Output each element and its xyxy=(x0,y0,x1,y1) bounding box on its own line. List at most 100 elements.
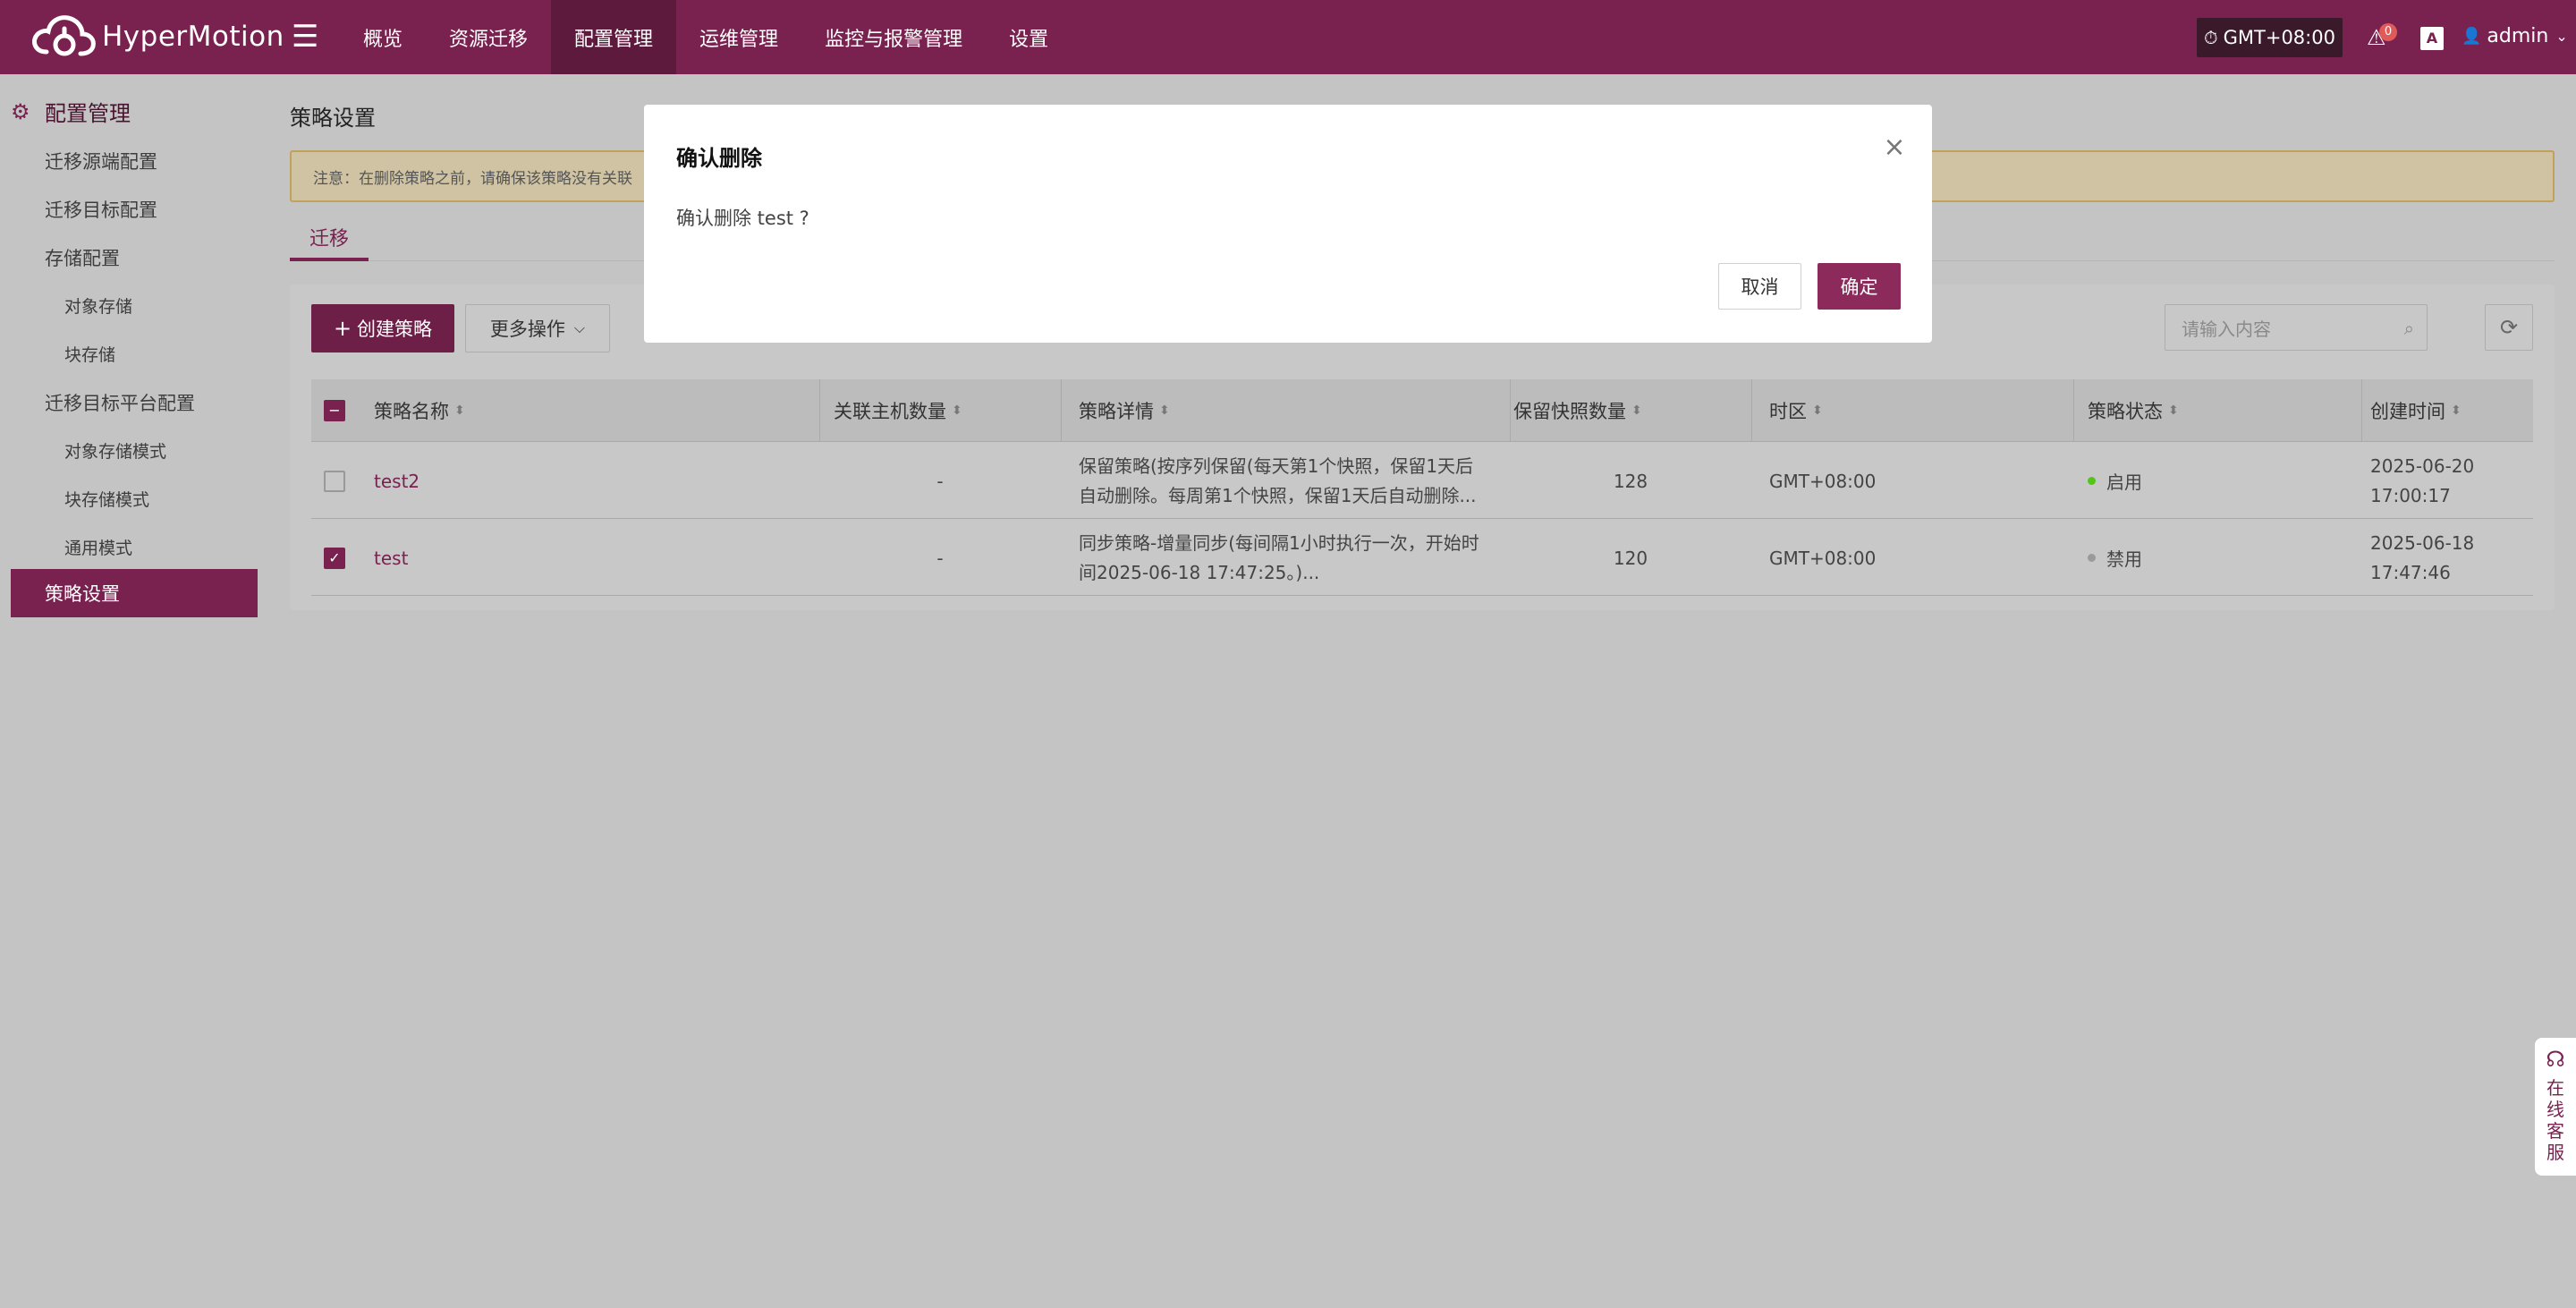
host-count: - xyxy=(936,470,944,492)
policy-detail-line: 同步策略-增量同步(每间隔1小时执行一次，开始时 xyxy=(1079,531,1479,554)
column-label: 创建时间 xyxy=(2370,401,2445,422)
column-header-created[interactable]: 创建时间 ⬍ xyxy=(2370,379,2462,442)
created-clock: 17:47:46 xyxy=(2370,561,2451,583)
column-label: 策略状态 xyxy=(2088,401,2163,422)
created-clock: 17:00:17 xyxy=(2370,484,2451,506)
column-label: 策略名称 xyxy=(374,401,449,422)
column-label: 保留快照数量 xyxy=(1513,401,1626,422)
created-time: 2025-06-20 17:00:17 xyxy=(2370,443,2474,519)
sidebar-item-policy-settings[interactable]: 策略设置 xyxy=(11,569,258,617)
column-header-snapshots[interactable]: 保留快照数量 ⬍ xyxy=(1513,379,1642,442)
online-support-widget[interactable]: ☊ 在线客服 xyxy=(2535,1038,2576,1176)
sidebar-item-block-storage-mode[interactable]: 块存储模式 xyxy=(64,487,149,511)
search-placeholder: 请输入内容 xyxy=(2182,318,2271,340)
sidebar-title: 配置管理 xyxy=(45,101,131,126)
refresh-button[interactable]: ⟳ xyxy=(2485,304,2533,351)
sidebar-item-block-storage[interactable]: 块存储 xyxy=(64,342,115,366)
indeterminate-checkbox-icon: − xyxy=(324,400,345,421)
column-label: 关联主机数量 xyxy=(834,401,946,422)
create-policy-button[interactable]: + 创建策略 xyxy=(311,304,454,352)
nav-item-overview[interactable]: 概览 xyxy=(340,0,426,74)
status-dot-icon xyxy=(2088,554,2096,562)
chevron-down-icon: ⌄ xyxy=(2555,28,2568,45)
more-actions-label: 更多操作 xyxy=(489,319,565,340)
sort-icon: ⬍ xyxy=(454,403,465,418)
select-all-checkbox[interactable]: − xyxy=(324,379,345,442)
column-divider xyxy=(1061,379,1062,442)
nav-item-monitoring[interactable]: 监控与报警管理 xyxy=(801,0,986,74)
row-checkbox[interactable]: ✓ xyxy=(324,520,345,596)
headset-icon: ☊ xyxy=(2546,1047,2565,1072)
sidebar-item-target-config[interactable]: 迁移目标配置 xyxy=(45,196,157,223)
timezone-value: GMT+08:00 xyxy=(1769,470,1877,492)
status-badge: 禁用 xyxy=(2088,520,2142,596)
sidebar-item-target-platform[interactable]: 迁移目标平台配置 xyxy=(45,389,195,416)
alert-count-badge: 0 xyxy=(2379,23,2397,41)
logo[interactable]: HyperMotion xyxy=(29,9,284,64)
chevron-down-icon: ⌵ xyxy=(573,319,586,336)
nav-item-settings[interactable]: 设置 xyxy=(986,0,1072,74)
column-header-name[interactable]: 策略名称 ⬍ xyxy=(374,379,465,442)
created-date: 2025-06-20 xyxy=(2370,454,2475,477)
gear-icon: ⚙ xyxy=(11,98,30,124)
user-menu[interactable]: 👤 admin ⌄ xyxy=(2462,25,2568,47)
language-icon[interactable]: A xyxy=(2420,27,2444,50)
cancel-button[interactable]: 取消 xyxy=(1718,263,1801,310)
column-divider xyxy=(2361,379,2362,442)
top-navbar: HyperMotion ☰ 概览 资源迁移 配置管理 运维管理 监控与报警管理 … xyxy=(0,0,2576,74)
column-divider xyxy=(2073,379,2074,442)
sidebar: ⚙ 配置管理 迁移源端配置 迁移目标配置 存储配置 对象存储 块存储 迁移目标平… xyxy=(0,74,268,1308)
policy-name-link[interactable]: test2 xyxy=(374,443,419,519)
tab-migration[interactable]: 迁移 xyxy=(290,220,369,261)
column-header-timezone[interactable]: 时区 ⬍ xyxy=(1769,379,1823,442)
user-icon: 👤 xyxy=(2462,27,2482,46)
main-nav: 概览 资源迁移 配置管理 运维管理 监控与报警管理 设置 xyxy=(340,0,1072,74)
checkbox-checked-icon: ✓ xyxy=(324,547,345,569)
online-support-label: 在线客服 xyxy=(2546,1077,2564,1163)
dialog-title: 确认删除 xyxy=(676,146,762,171)
sort-icon: ⬍ xyxy=(1159,403,1170,418)
checkbox-icon xyxy=(324,470,345,492)
nav-item-migration[interactable]: 资源迁移 xyxy=(426,0,551,74)
plus-icon: + xyxy=(333,316,352,341)
created-date: 2025-06-18 xyxy=(2370,531,2475,554)
column-header-hosts[interactable]: 关联主机数量 ⬍ xyxy=(834,379,962,442)
status-badge: 启用 xyxy=(2088,443,2142,519)
column-header-detail[interactable]: 策略详情 ⬍ xyxy=(1079,379,1170,442)
sidebar-item-storage-config[interactable]: 存储配置 xyxy=(45,244,120,271)
confirm-button[interactable]: 确定 xyxy=(1818,263,1901,310)
policy-detail-line: 保留策略(按序列保留(每天第1个快照，保留1天后 xyxy=(1079,454,1474,477)
sidebar-item-source-config[interactable]: 迁移源端配置 xyxy=(45,148,157,174)
create-policy-label: 创建策略 xyxy=(357,319,433,340)
column-label: 时区 xyxy=(1769,401,1807,422)
menu-toggle-icon[interactable]: ☰ xyxy=(292,20,320,54)
clock-icon: ⏱ xyxy=(2204,27,2218,48)
sidebar-item-object-storage-mode[interactable]: 对象存储模式 xyxy=(64,438,166,463)
timezone-button[interactable]: ⏱ GMT+08:00 xyxy=(2197,18,2343,57)
snapshot-count: 128 xyxy=(1613,470,1648,492)
search-input[interactable]: 请输入内容 ⌕ xyxy=(2165,304,2428,351)
nav-item-ops[interactable]: 运维管理 xyxy=(676,0,801,74)
column-divider xyxy=(819,379,820,442)
policy-detail-line: 自动删除。每周第1个快照，保留1天后自动删除... xyxy=(1079,484,1477,506)
status-label: 启用 xyxy=(2106,471,2142,493)
row-checkbox[interactable] xyxy=(324,443,345,519)
app-name: HyperMotion xyxy=(102,21,284,53)
cloud-logo-icon xyxy=(32,15,96,56)
created-time: 2025-06-18 17:47:46 xyxy=(2370,520,2474,596)
more-actions-button[interactable]: 更多操作 ⌵ xyxy=(465,304,610,352)
sidebar-item-general-mode[interactable]: 通用模式 xyxy=(64,535,132,559)
policy-name-link[interactable]: test xyxy=(374,520,408,596)
column-divider xyxy=(1751,379,1752,442)
sidebar-header: ⚙ 配置管理 xyxy=(11,96,131,127)
timezone-label: GMT+08:00 xyxy=(2223,27,2335,48)
sidebar-item-object-storage[interactable]: 对象存储 xyxy=(64,293,132,318)
status-label: 禁用 xyxy=(2106,548,2142,570)
search-icon[interactable]: ⌕ xyxy=(2404,318,2414,339)
sort-icon: ⬍ xyxy=(2168,403,2179,418)
policy-detail: 保留策略(按序列保留(每天第1个快照，保留1天后 自动删除。每周第1个快照，保留… xyxy=(1079,443,1508,519)
column-header-status[interactable]: 策略状态 ⬍ xyxy=(2088,379,2179,442)
close-icon[interactable]: × xyxy=(1878,132,1911,164)
nav-item-config[interactable]: 配置管理 xyxy=(551,0,677,74)
policy-detail-line: 间2025-06-18 17:47:25。)... xyxy=(1079,561,1320,583)
